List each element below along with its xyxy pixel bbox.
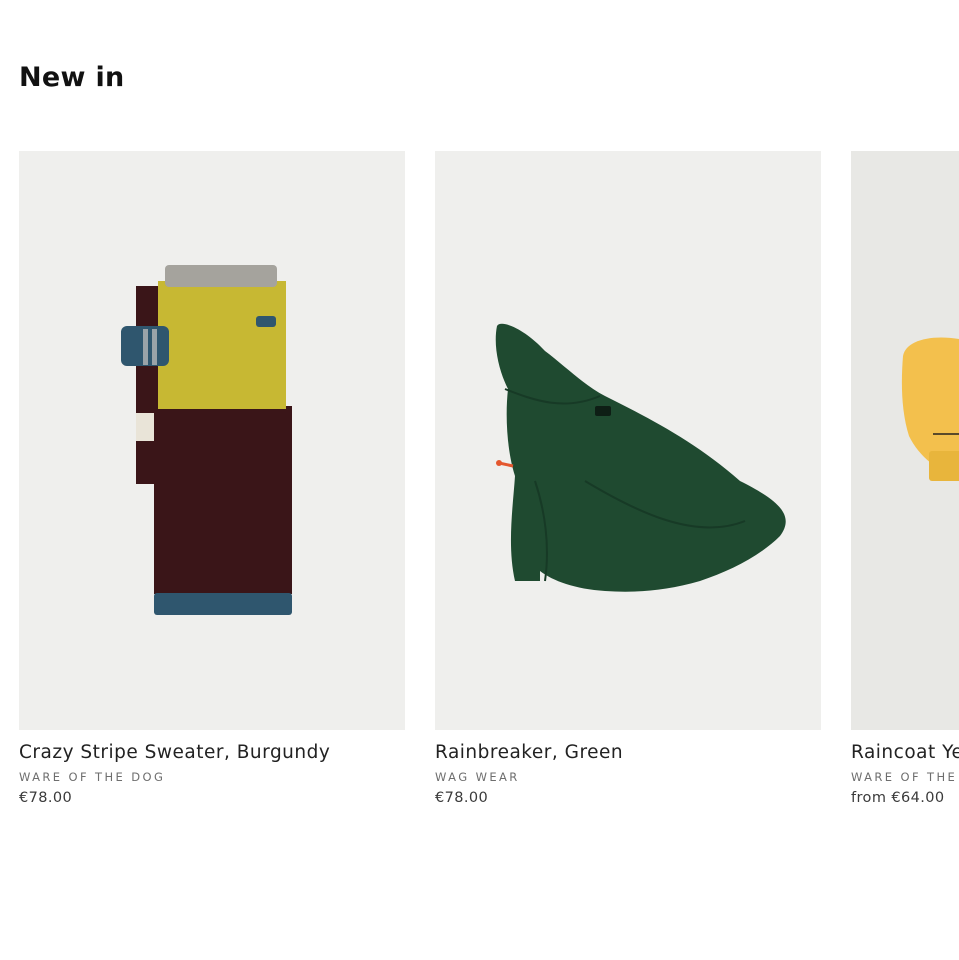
- product-image[interactable]: [851, 151, 959, 730]
- product-price: €78.00: [435, 790, 489, 806]
- product-image[interactable]: [19, 151, 405, 730]
- product-card[interactable]: Rainbreaker, Green WAG WEAR €78.00: [435, 151, 821, 831]
- product-title[interactable]: Raincoat Yellow: [851, 742, 959, 763]
- product-price: from €64.00: [851, 790, 945, 806]
- product-title[interactable]: Crazy Stripe Sweater, Burgundy: [19, 742, 405, 763]
- yellow-raincoat-image: [851, 151, 959, 730]
- product-title[interactable]: Rainbreaker, Green: [435, 742, 821, 763]
- product-carousel[interactable]: Crazy Stripe Sweater, Burgundy WARE OF T…: [19, 151, 959, 831]
- product-brand: WARE OF THE DOG: [19, 770, 166, 784]
- product-image[interactable]: [435, 151, 821, 730]
- product-price: €78.00: [19, 790, 73, 806]
- product-brand: WARE OF THE DOG: [851, 770, 959, 784]
- product-brand: WAG WEAR: [435, 770, 520, 784]
- section-title: New in: [19, 62, 125, 93]
- product-card[interactable]: Crazy Stripe Sweater, Burgundy WARE OF T…: [19, 151, 405, 831]
- knit-sweater-image: [19, 151, 405, 730]
- rain-jacket-image: [435, 151, 821, 730]
- product-carousel-page: New in Crazy Stripe Sweater, Burgundy WA…: [0, 0, 959, 960]
- product-card[interactable]: Raincoat Yellow WARE OF THE DOG from €64…: [851, 151, 959, 831]
